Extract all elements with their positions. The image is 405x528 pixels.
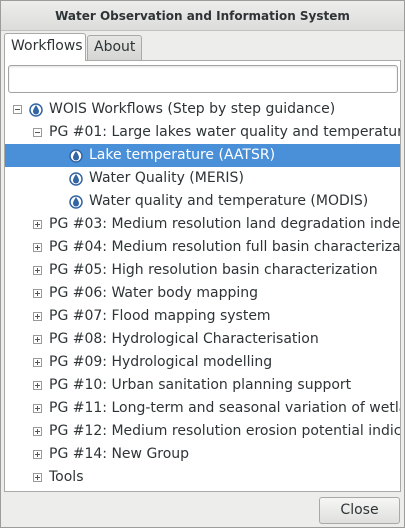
- tree-item-label: Water Quality (MERIS): [89, 170, 244, 186]
- expand-icon[interactable]: [33, 335, 42, 344]
- tree-group-label: PG #05: High resolution basin characteri…: [49, 262, 378, 278]
- tree-item-label: Water quality and temperature (MODIS): [89, 193, 369, 209]
- water-drop-icon: [69, 172, 83, 186]
- tree-group-label: PG #09: Hydrological modelling: [49, 354, 273, 370]
- tree-group-label: PG #03: Medium resolution land degradati…: [49, 216, 400, 232]
- search-input[interactable]: [8, 65, 398, 93]
- expand-icon[interactable]: [33, 404, 42, 413]
- tree-item-water-quality-modis[interactable]: Water quality and temperature (MODIS): [5, 190, 400, 213]
- tree-group-label: PG #14: New Group: [49, 446, 190, 462]
- tree-group-pg01[interactable]: PG #01: Large lakes water quality and te…: [5, 121, 400, 144]
- collapse-icon[interactable]: [13, 105, 22, 114]
- tree-group-pg11[interactable]: PG #11: Long-term and seasonal variation…: [5, 397, 400, 420]
- tree-group-label: PG #12: Medium resolution erosion potent…: [49, 423, 400, 439]
- tree-group-label: PG #08: Hydrological Characterisation: [49, 331, 319, 347]
- expand-icon[interactable]: [33, 358, 42, 367]
- collapse-icon[interactable]: [33, 128, 42, 137]
- tree-root-label: WOIS Workflows (Step by step guidance): [49, 101, 336, 117]
- expand-icon[interactable]: [33, 220, 42, 229]
- tree-item-label: Lake temperature (AATSR): [89, 147, 276, 163]
- tree-group-label: PG #07: Flood mapping system: [49, 308, 271, 324]
- expand-icon[interactable]: [33, 381, 42, 390]
- tree-group-pg04[interactable]: PG #04: Medium resolution full basin cha…: [5, 236, 400, 259]
- expand-icon[interactable]: [33, 243, 42, 252]
- expand-icon[interactable]: [33, 289, 42, 298]
- tab-workflows[interactable]: Workflows: [4, 33, 86, 61]
- tree-group-label: Tools: [49, 469, 84, 485]
- application-window: Water Observation and Information System…: [0, 0, 405, 528]
- tree-group-pg09[interactable]: PG #09: Hydrological modelling: [5, 351, 400, 374]
- expand-icon[interactable]: [33, 266, 42, 275]
- tree-item-water-quality-meris[interactable]: Water Quality (MERIS): [5, 167, 400, 190]
- expand-icon[interactable]: [33, 312, 42, 321]
- tree-group-pg07[interactable]: PG #07: Flood mapping system: [5, 305, 400, 328]
- expand-icon[interactable]: [33, 450, 42, 459]
- close-button[interactable]: Close: [319, 497, 400, 524]
- workflow-tree[interactable]: WOIS Workflows (Step by step guidance) P…: [5, 98, 400, 489]
- tree-group-label: PG #04: Medium resolution full basin cha…: [49, 239, 400, 255]
- expand-icon[interactable]: [33, 427, 42, 436]
- expand-icon[interactable]: [33, 473, 42, 482]
- dialog-button-bar: Close: [1, 492, 404, 527]
- water-drop-icon: [69, 149, 83, 163]
- tree-group-label: PG #11: Long-term and seasonal variation…: [49, 400, 400, 416]
- tree-group-label: PG #06: Water body mapping: [49, 285, 259, 301]
- tree-group-pg05[interactable]: PG #05: High resolution basin characteri…: [5, 259, 400, 282]
- tree-group-label: PG #10: Urban sanitation planning suppor…: [49, 377, 352, 393]
- tree-group-pg12[interactable]: PG #12: Medium resolution erosion potent…: [5, 420, 400, 443]
- tree-item-lake-temperature[interactable]: Lake temperature (AATSR): [5, 144, 400, 167]
- workflows-panel: WOIS Workflows (Step by step guidance) P…: [4, 60, 401, 492]
- tab-about[interactable]: About: [87, 35, 142, 60]
- tree-root[interactable]: WOIS Workflows (Step by step guidance): [5, 98, 400, 121]
- tree-group-label: PG #01: Large lakes water quality and te…: [49, 124, 400, 140]
- tree-group-pg06[interactable]: PG #06: Water body mapping: [5, 282, 400, 305]
- tree-group-tools[interactable]: Tools: [5, 466, 400, 489]
- tree-group-pg08[interactable]: PG #08: Hydrological Characterisation: [5, 328, 400, 351]
- water-drop-icon: [29, 103, 43, 117]
- water-drop-icon: [69, 195, 83, 209]
- tree-group-pg03[interactable]: PG #03: Medium resolution land degradati…: [5, 213, 400, 236]
- tree-group-pg14[interactable]: PG #14: New Group: [5, 443, 400, 466]
- tree-group-pg10[interactable]: PG #10: Urban sanitation planning suppor…: [5, 374, 400, 397]
- window-title: Water Observation and Information System: [1, 1, 404, 31]
